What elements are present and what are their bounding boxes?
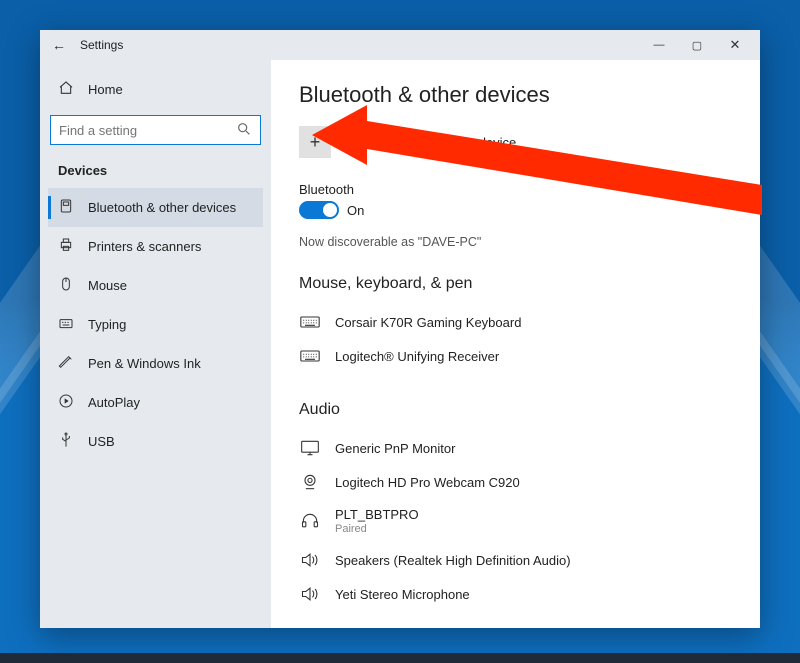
monitor-icon xyxy=(299,439,321,457)
device-label: Yeti Stereo Microphone xyxy=(335,587,470,602)
sidebar-item-typing[interactable]: Typing xyxy=(48,305,263,344)
keyboard-icon xyxy=(299,347,321,365)
window-controls: — ▢ ✕ xyxy=(640,30,754,60)
device-label: Logitech HD Pro Webcam C920 xyxy=(335,475,520,490)
pen-icon xyxy=(58,354,74,373)
sidebar-home-label: Home xyxy=(88,82,123,97)
sidebar-item-label: AutoPlay xyxy=(88,395,140,410)
search-input-container[interactable] xyxy=(50,115,261,145)
device-row[interactable]: Yeti Stereo Microphone xyxy=(299,577,732,611)
maximize-button[interactable]: ▢ xyxy=(678,30,716,60)
sidebar-item-mouse[interactable]: Mouse xyxy=(48,266,263,305)
device-row[interactable]: Speakers (Realtek High Definition Audio) xyxy=(299,543,732,577)
device-row[interactable]: Logitech® Unifying Receiver xyxy=(299,339,732,373)
back-button[interactable]: ← xyxy=(52,37,66,53)
settings-window: ← Settings — ▢ ✕ Home Devices xyxy=(40,30,760,628)
headset-icon xyxy=(299,512,321,530)
titlebar: ← Settings — ▢ ✕ xyxy=(40,30,760,60)
taskbar[interactable] xyxy=(0,653,800,663)
page-title: Bluetooth & other devices xyxy=(299,82,732,108)
device-label: Corsair K70R Gaming Keyboard xyxy=(335,315,521,330)
sidebar-item-pen[interactable]: Pen & Windows Ink xyxy=(48,344,263,383)
device-row[interactable]: Logitech HD Pro Webcam C920 xyxy=(299,465,732,499)
device-row[interactable]: Generic PnP Monitor xyxy=(299,431,732,465)
device-label: Generic PnP Monitor xyxy=(335,441,455,456)
sidebar-item-label: Bluetooth & other devices xyxy=(88,200,236,215)
keyboard-icon xyxy=(299,313,321,331)
search-icon xyxy=(236,121,252,140)
sidebar-item-label: USB xyxy=(88,434,115,449)
sidebar-item-label: Mouse xyxy=(88,278,127,293)
close-button[interactable]: ✕ xyxy=(716,30,754,60)
add-device-button[interactable]: + Add Bluetooth or other device xyxy=(299,126,732,158)
group-title-input: Mouse, keyboard, & pen xyxy=(299,275,732,293)
plus-icon: + xyxy=(299,126,331,158)
mouse-icon xyxy=(58,276,74,295)
device-row[interactable]: Corsair K70R Gaming Keyboard xyxy=(299,305,732,339)
device-row[interactable]: PLT_BBTPRO Paired xyxy=(299,499,732,543)
bluetooth-toggle[interactable] xyxy=(299,201,339,219)
add-device-label: Add Bluetooth or other device xyxy=(345,135,516,150)
sidebar-item-autoplay[interactable]: AutoPlay xyxy=(48,383,263,422)
typing-icon xyxy=(58,315,74,334)
printer-icon xyxy=(58,237,74,256)
device-sublabel: Paired xyxy=(335,523,419,535)
bluetooth-icon xyxy=(58,198,74,217)
speaker-icon xyxy=(299,551,321,569)
sidebar-item-usb[interactable]: USB xyxy=(48,422,263,461)
autoplay-icon xyxy=(58,393,74,412)
minimize-button[interactable]: — xyxy=(640,30,678,60)
search-input[interactable] xyxy=(59,123,236,138)
home-icon xyxy=(58,80,74,99)
device-label: Logitech® Unifying Receiver xyxy=(335,349,499,364)
bluetooth-label: Bluetooth xyxy=(299,182,732,197)
sidebar-item-printers[interactable]: Printers & scanners xyxy=(48,227,263,266)
group-title-audio: Audio xyxy=(299,401,732,419)
webcam-icon xyxy=(299,473,321,491)
usb-icon xyxy=(58,432,74,451)
window-title: Settings xyxy=(80,38,123,52)
discoverable-status: Now discoverable as "DAVE-PC" xyxy=(299,235,732,249)
main-panel: Bluetooth & other devices + Add Bluetoot… xyxy=(271,60,760,628)
sidebar-item-bluetooth[interactable]: Bluetooth & other devices xyxy=(48,188,263,227)
sidebar-item-label: Pen & Windows Ink xyxy=(88,356,201,371)
sidebar-item-label: Typing xyxy=(88,317,126,332)
bluetooth-state: On xyxy=(347,203,364,218)
sidebar-item-label: Printers & scanners xyxy=(88,239,201,254)
speaker-icon xyxy=(299,585,321,603)
sidebar-home[interactable]: Home xyxy=(48,74,263,105)
device-label: Speakers (Realtek High Definition Audio) xyxy=(335,553,571,568)
sidebar-section-title: Devices xyxy=(48,159,263,188)
sidebar: Home Devices Bluetooth & other devices xyxy=(40,60,271,628)
device-label: PLT_BBTPRO xyxy=(335,507,419,522)
